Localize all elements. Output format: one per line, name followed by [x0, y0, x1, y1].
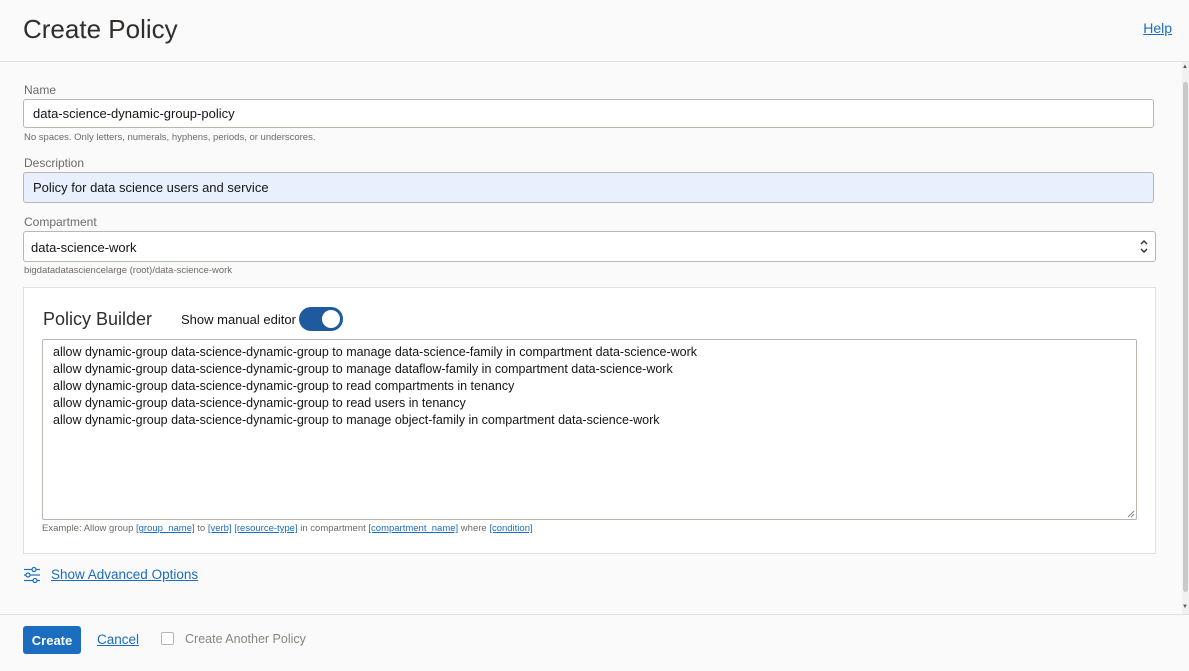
- help-link[interactable]: Help: [1143, 20, 1172, 36]
- policy-statement-line[interactable]: allow dynamic-group data-science-dynamic…: [53, 395, 1126, 412]
- create-button[interactable]: Create: [23, 626, 81, 654]
- manual-editor-toggle[interactable]: [299, 307, 343, 331]
- description-label: Description: [24, 156, 85, 170]
- policy-builder-panel: Policy Builder Show manual editor allow …: [23, 287, 1156, 554]
- page-title: Create Policy: [23, 14, 178, 44]
- name-label: Name: [24, 83, 57, 97]
- scrollbar-thumb[interactable]: [1183, 82, 1188, 592]
- example-prefix: Example: Allow group: [42, 523, 134, 534]
- example-group-token[interactable]: [group_name]: [136, 523, 195, 534]
- chevron-updown-icon: [1140, 240, 1148, 253]
- compartment-path: bigdatadatasciencelarge (root)/data-scie…: [24, 265, 233, 276]
- compartment-label: Compartment: [24, 215, 97, 229]
- description-input[interactable]: [23, 172, 1154, 203]
- policy-statement-line[interactable]: allow dynamic-group data-science-dynamic…: [53, 378, 1126, 395]
- manual-editor-toggle-label: Show manual editor: [181, 312, 296, 327]
- policy-builder-title: Policy Builder: [43, 309, 153, 329]
- example-in-text: in compartment: [300, 523, 366, 534]
- name-hint: No spaces. Only letters, numerals, hyphe…: [24, 132, 316, 143]
- example-where-text: where: [460, 523, 487, 534]
- policy-statement-line[interactable]: allow dynamic-group data-science-dynamic…: [53, 361, 1126, 378]
- resize-grip-icon[interactable]: [1127, 510, 1135, 518]
- cancel-link[interactable]: Cancel: [97, 632, 139, 647]
- policy-statements-editor[interactable]: allow dynamic-group data-science-dynamic…: [42, 339, 1137, 520]
- example-resource-token[interactable]: [resource-type]: [234, 523, 297, 534]
- example-to-text: to: [197, 523, 206, 534]
- scroll-down-icon[interactable]: ▼: [1182, 604, 1188, 610]
- page-header: Create Policy Help: [0, 0, 1189, 62]
- show-advanced-options-link[interactable]: Show Advanced Options: [51, 567, 198, 582]
- policy-syntax-example: Example: Allow group [group_name] to [ve…: [42, 523, 533, 534]
- policy-statement-line[interactable]: allow dynamic-group data-science-dynamic…: [53, 344, 1126, 361]
- scroll-up-icon[interactable]: ▲: [1182, 64, 1188, 70]
- compartment-select[interactable]: data-science-work: [23, 231, 1156, 262]
- form-footer: Create Cancel Create Another Policy: [0, 614, 1189, 671]
- sliders-icon: [24, 566, 40, 584]
- create-another-label[interactable]: Create Another Policy: [185, 632, 306, 646]
- example-compartment-token[interactable]: [compartment_name]: [368, 523, 458, 534]
- policy-statement-line[interactable]: allow dynamic-group data-science-dynamic…: [53, 412, 1126, 429]
- create-another-checkbox[interactable]: [161, 632, 174, 645]
- name-input[interactable]: [23, 99, 1154, 128]
- example-condition-token[interactable]: [condition]: [489, 523, 532, 534]
- toggle-knob: [322, 310, 340, 328]
- compartment-select-value: data-science-work: [31, 240, 137, 255]
- example-verb-token[interactable]: [verb]: [208, 523, 232, 534]
